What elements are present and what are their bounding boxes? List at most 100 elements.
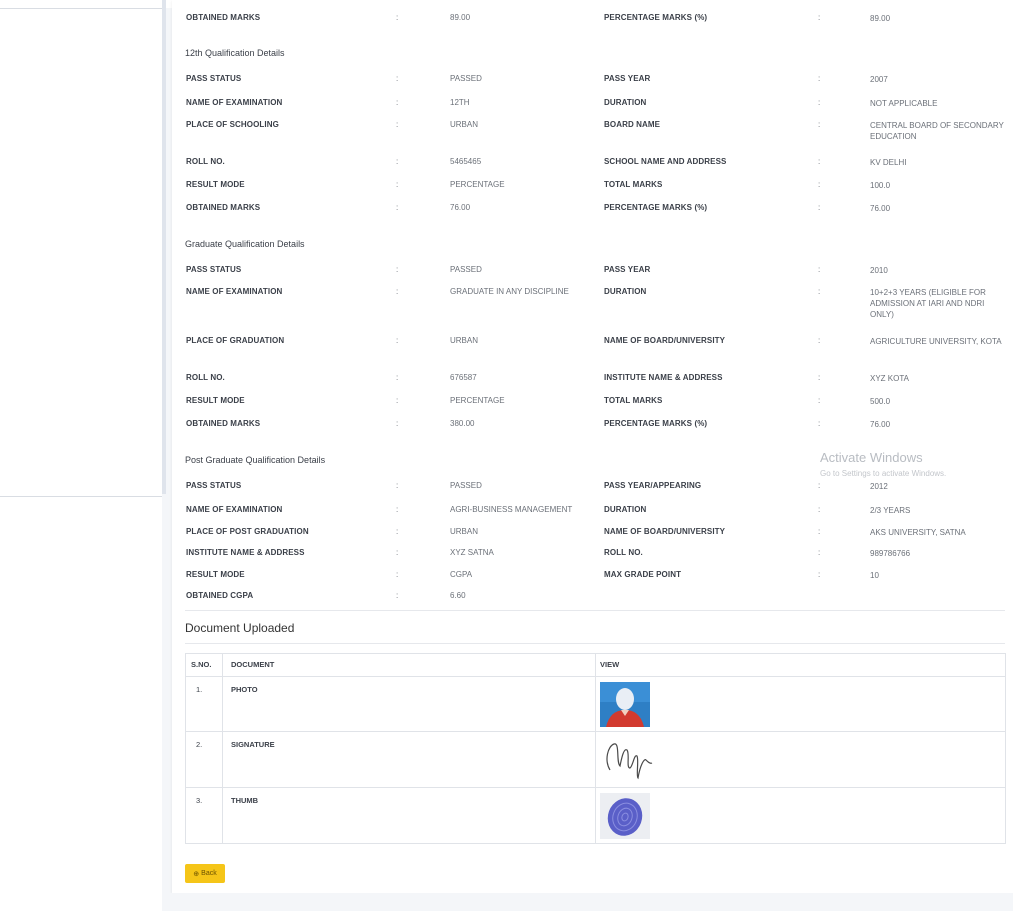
field-label: INSTITUTE NAME & ADDRESS xyxy=(604,373,723,382)
detail-row: RESULT MODE: PERCENTAGE TOTAL MARKS: 100.0 xyxy=(186,180,1006,196)
section-divider xyxy=(185,610,1005,611)
field-colon: : xyxy=(818,396,821,405)
field-value: 76.00 xyxy=(870,420,891,429)
detail-row: PASS STATUS: PASSED PASS YEAR: 2010 xyxy=(186,265,1006,281)
field-label: ROLL NO. xyxy=(604,548,643,557)
field-value: AGRI-BUSINESS MANAGEMENT xyxy=(450,505,573,514)
row-sno: 2. xyxy=(196,740,203,749)
back-button[interactable]: ⊕ Back xyxy=(185,864,225,883)
table-row: 1. PHOTO xyxy=(186,676,1005,732)
footer-strip xyxy=(162,893,1013,911)
field-label: ROLL NO. xyxy=(186,373,225,382)
detail-row: OBTAINED MARKS: 89.00 PERCENTAGE MARKS (%)… xyxy=(186,13,1006,29)
field-value: 10 xyxy=(870,571,879,580)
field-value: URBAN xyxy=(450,120,479,129)
field-colon: : xyxy=(396,570,399,579)
field-label: PASS YEAR xyxy=(604,74,651,83)
field-label: NAME OF BOARD/UNIVERSITY xyxy=(604,336,726,345)
field-value: URBAN xyxy=(450,527,479,536)
field-colon: : xyxy=(818,265,821,274)
field-colon: : xyxy=(818,180,821,189)
field-colon: : xyxy=(818,570,821,579)
field-colon: : xyxy=(818,373,821,382)
row-sno: 3. xyxy=(196,796,203,805)
row-document: PHOTO xyxy=(231,685,258,694)
field-colon: : xyxy=(396,98,399,107)
field-value: 500.0 xyxy=(870,397,891,406)
field-colon: : xyxy=(818,203,821,212)
field-value: 76.00 xyxy=(450,203,471,212)
field-value: AKS UNIVERSITY, SATNA xyxy=(870,528,966,537)
field-colon: : xyxy=(396,527,399,536)
field-label: BOARD NAME xyxy=(604,120,661,129)
detail-row: OBTAINED CGPA: 6.60 xyxy=(186,591,1006,607)
documents-heading-divider xyxy=(185,643,1005,644)
gutter-divider xyxy=(0,496,162,497)
section-title-twelfth: 12th Qualification Details xyxy=(185,48,285,58)
field-value: 676587 xyxy=(450,373,477,382)
detail-row: PASS STATUS: PASSED PASS YEAR/APPEARING: 20… xyxy=(186,481,1006,497)
field-label: PERCENTAGE MARKS (%) xyxy=(604,203,708,212)
field-value: 5465465 xyxy=(450,157,482,166)
detail-row: RESULT MODE: CGPA MAX GRADE POINT: 10 xyxy=(186,570,1006,586)
field-colon: : xyxy=(396,419,399,428)
field-colon: : xyxy=(396,481,399,490)
field-value: 2/3 YEARS xyxy=(870,506,911,515)
field-label: PERCENTAGE MARKS (%) xyxy=(604,419,708,428)
section-title-post-graduate: Post Graduate Qualification Details xyxy=(185,455,326,465)
column-header-sno: S.NO. xyxy=(191,660,212,669)
field-colon: : xyxy=(818,287,821,296)
field-colon: : xyxy=(818,548,821,557)
detail-row: INSTITUTE NAME & ADDRESS: XYZ SATNA ROLL N… xyxy=(186,548,1006,564)
field-colon: : xyxy=(818,481,821,490)
field-value: CGPA xyxy=(450,570,473,579)
field-value: 2010 xyxy=(870,266,888,275)
field-colon: : xyxy=(396,157,399,166)
field-label: NAME OF EXAMINATION xyxy=(186,505,283,514)
signature-thumbnail[interactable] xyxy=(600,736,656,782)
field-label: TOTAL MARKS xyxy=(604,180,663,189)
field-colon: : xyxy=(396,591,399,600)
detail-row: PLACE OF POST GRADUATION: URBAN NAME OF BO… xyxy=(186,527,1006,543)
field-value: XYZ SATNA xyxy=(450,548,494,557)
field-value: PASSED xyxy=(450,74,482,83)
field-label: SCHOOL NAME AND ADDRESS xyxy=(604,157,727,166)
field-label: RESULT MODE xyxy=(186,570,245,579)
field-colon: : xyxy=(818,13,821,22)
back-arrow-icon: ⊕ xyxy=(193,870,200,878)
field-label: DURATION xyxy=(604,287,647,296)
field-colon: : xyxy=(818,120,821,129)
field-colon: : xyxy=(396,548,399,557)
field-label: PASS YEAR/APPEARING xyxy=(604,481,702,490)
field-value: AGRICULTURE UNIVERSITY, KOTA xyxy=(870,337,1002,346)
field-colon: : xyxy=(396,287,399,296)
field-value: PERCENTAGE xyxy=(450,396,505,405)
detail-row: OBTAINED MARKS: 76.00 PERCENTAGE MARKS (%)… xyxy=(186,203,1006,219)
field-value: XYZ KOTA xyxy=(870,374,909,383)
field-label: PLACE OF POST GRADUATION xyxy=(186,527,309,536)
field-colon: : xyxy=(818,157,821,166)
field-colon: : xyxy=(818,74,821,83)
field-label: DURATION xyxy=(604,98,647,107)
photo-thumbnail[interactable] xyxy=(600,682,650,727)
back-button-label: Back xyxy=(201,870,217,877)
field-label: PASS STATUS xyxy=(186,74,242,83)
field-colon: : xyxy=(396,203,399,212)
detail-row: NAME OF EXAMINATION: AGRI-BUSINESS MANAGE… xyxy=(186,505,1006,521)
field-colon: : xyxy=(396,74,399,83)
section-title-graduate: Graduate Qualification Details xyxy=(185,239,305,249)
field-value: 100.0 xyxy=(870,181,891,190)
field-label: PASS STATUS xyxy=(186,265,242,274)
field-value: KV DELHI xyxy=(870,158,907,167)
field-value: 12TH xyxy=(450,98,470,107)
row-sno: 1. xyxy=(196,685,203,694)
field-label: PASS YEAR xyxy=(604,265,651,274)
field-label: ROLL NO. xyxy=(186,157,225,166)
thumbprint-thumbnail[interactable] xyxy=(600,793,650,839)
field-label: OBTAINED MARKS xyxy=(186,203,261,212)
detail-row: OBTAINED MARKS: 380.00 PERCENTAGE MARKS (%… xyxy=(186,419,1006,435)
field-label: PLACE OF SCHOOLING xyxy=(186,120,279,129)
field-colon: : xyxy=(818,527,821,536)
field-value: 989786766 xyxy=(870,549,911,558)
table-row: 3. THUMB xyxy=(186,787,1005,844)
